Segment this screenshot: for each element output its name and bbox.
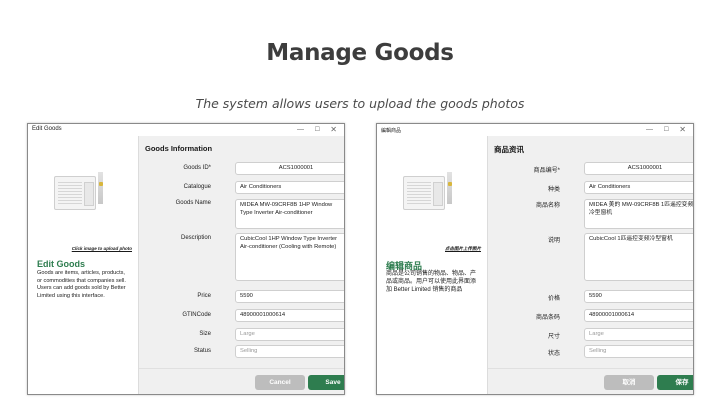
description-label: Description xyxy=(180,235,211,241)
maximize-icon[interactable]: ☐ xyxy=(664,124,669,136)
price-input[interactable]: 5590 xyxy=(584,290,693,303)
upload-photo-link[interactable]: Click image to upload photo xyxy=(72,246,132,251)
status-select[interactable]: Selling ⌄ xyxy=(584,345,693,358)
goods-id-label: 商品编号* xyxy=(533,168,560,174)
size-value: Large xyxy=(589,331,604,337)
catalogue-value: Air Conditioners xyxy=(240,184,282,190)
close-icon[interactable]: ✕ xyxy=(330,124,337,136)
status-label: Status xyxy=(193,348,211,354)
goods-name-label: 商品名称 xyxy=(535,203,560,209)
edit-goods-heading: Edit Goods xyxy=(37,259,85,269)
status-select[interactable]: Selling ⌄ xyxy=(235,345,344,358)
goods-name-label: Goods Name xyxy=(175,200,211,206)
goods-photo[interactable] xyxy=(54,172,106,210)
cancel-button[interactable]: 取消 xyxy=(604,375,654,390)
gtin-label: 商品条码 xyxy=(535,315,560,321)
minimize-icon[interactable]: — xyxy=(297,124,304,136)
title-bar: Edit Goods — ☐ ✕ xyxy=(28,124,344,136)
goods-information-pane: 商品资讯 商品编号* ACS1000001 种类 Air Conditioner… xyxy=(487,136,694,394)
section-title: 商品资讯 xyxy=(494,145,524,154)
description-textarea[interactable]: CubicCool 1HP Window Type Inverter Air-c… xyxy=(235,233,344,281)
maximize-icon[interactable]: ☐ xyxy=(315,124,320,136)
catalogue-select[interactable]: Air Conditioners ⌄ xyxy=(584,181,693,194)
slide-subtitle: The system allows users to upload the go… xyxy=(195,96,525,111)
goods-name-textarea[interactable]: MIDEA 美的 MW-09CRF8B 1匹遥控变频冷型窗机 xyxy=(584,199,694,229)
status-value: Selling xyxy=(240,348,258,354)
description-textarea[interactable]: CubicCool 1匹遥控变频冷型窗机 xyxy=(584,233,693,281)
window-title: 編輯商品 xyxy=(381,128,402,134)
description-value: CubicCool 1HP Window Type Inverter Air-c… xyxy=(240,236,338,250)
status-value: Selling xyxy=(589,348,607,354)
save-button[interactable]: Save xyxy=(308,375,344,390)
goods-id-label: Goods ID* xyxy=(183,165,211,171)
upload-photo-link[interactable]: 点击图片上传照片 xyxy=(445,246,481,252)
price-label: 价格 xyxy=(547,296,560,302)
close-icon[interactable]: ✕ xyxy=(679,124,686,136)
description-label: 说明 xyxy=(547,238,560,244)
goods-name-textarea[interactable]: MIDEA MW-09CRF8B 1HP Window Type Inverte… xyxy=(235,199,344,229)
size-select[interactable]: Large ⌄ xyxy=(235,328,344,341)
price-input[interactable]: 5590 xyxy=(235,290,344,303)
left-pane: 点击图片上传照片 编辑商品 商品是公司销售的物品、物品、产品或商品。用户可以使用… xyxy=(377,136,487,394)
description-value: CubicCool 1匹遥控变频冷型窗机 xyxy=(589,236,673,242)
catalogue-select[interactable]: Air Conditioners ⌄ xyxy=(235,181,344,194)
edit-goods-window-en: Edit Goods — ☐ ✕ Click image to upload p… xyxy=(27,123,345,395)
minimize-icon[interactable]: — xyxy=(646,124,653,136)
window-title: Edit Goods xyxy=(32,126,62,132)
section-title: Goods Information xyxy=(145,144,213,153)
size-select[interactable]: Large ⌄ xyxy=(584,328,693,341)
goods-name-value: MIDEA MW-09CRF8B 1HP Window Type Inverte… xyxy=(240,202,333,216)
slide-title: Manage Goods xyxy=(266,40,454,66)
button-bar: Cancel Save xyxy=(139,368,344,394)
goods-description-text: Goods are items, articles, products, or … xyxy=(37,270,126,299)
price-label: Price xyxy=(197,293,211,299)
title-bar: 編輯商品 — ☐ ✕ xyxy=(377,124,693,136)
catalogue-value: Air Conditioners xyxy=(589,184,631,190)
goods-information-pane: Goods Information Goods ID* ACS1000001 C… xyxy=(138,136,344,394)
gtin-input[interactable]: 48900001000614 xyxy=(235,309,344,322)
edit-goods-window-zh: 編輯商品 — ☐ ✕ 点击图片上传照片 编辑商品 商品是公司销售的物品、物品、产… xyxy=(376,123,694,395)
left-pane: Click image to upload photo Edit Goods G… xyxy=(28,136,138,394)
size-value: Large xyxy=(240,331,255,337)
goods-description-text: 商品是公司销售的物品、物品、产品或商品。用户可以使用此界面添加 Better L… xyxy=(386,271,477,293)
cancel-button[interactable]: Cancel xyxy=(255,375,305,390)
goods-id-input[interactable]: ACS1000001 xyxy=(584,162,693,175)
button-bar: 取消 保存 xyxy=(488,368,693,394)
goods-id-input[interactable]: ACS1000001 xyxy=(235,162,344,175)
catalogue-label: 种类 xyxy=(547,187,560,193)
size-label: Size xyxy=(199,331,211,337)
goods-name-value: MIDEA 美的 MW-09CRF8B 1匹遥控变频冷型窗机 xyxy=(589,202,694,216)
gtin-input[interactable]: 48900001000614 xyxy=(584,309,693,322)
goods-photo[interactable] xyxy=(403,172,455,210)
save-button[interactable]: 保存 xyxy=(657,375,693,390)
size-label: 尺寸 xyxy=(547,334,560,340)
status-label: 状态 xyxy=(547,351,560,357)
gtin-label: GTINCode xyxy=(182,312,211,318)
catalogue-label: Catalogue xyxy=(183,184,211,190)
